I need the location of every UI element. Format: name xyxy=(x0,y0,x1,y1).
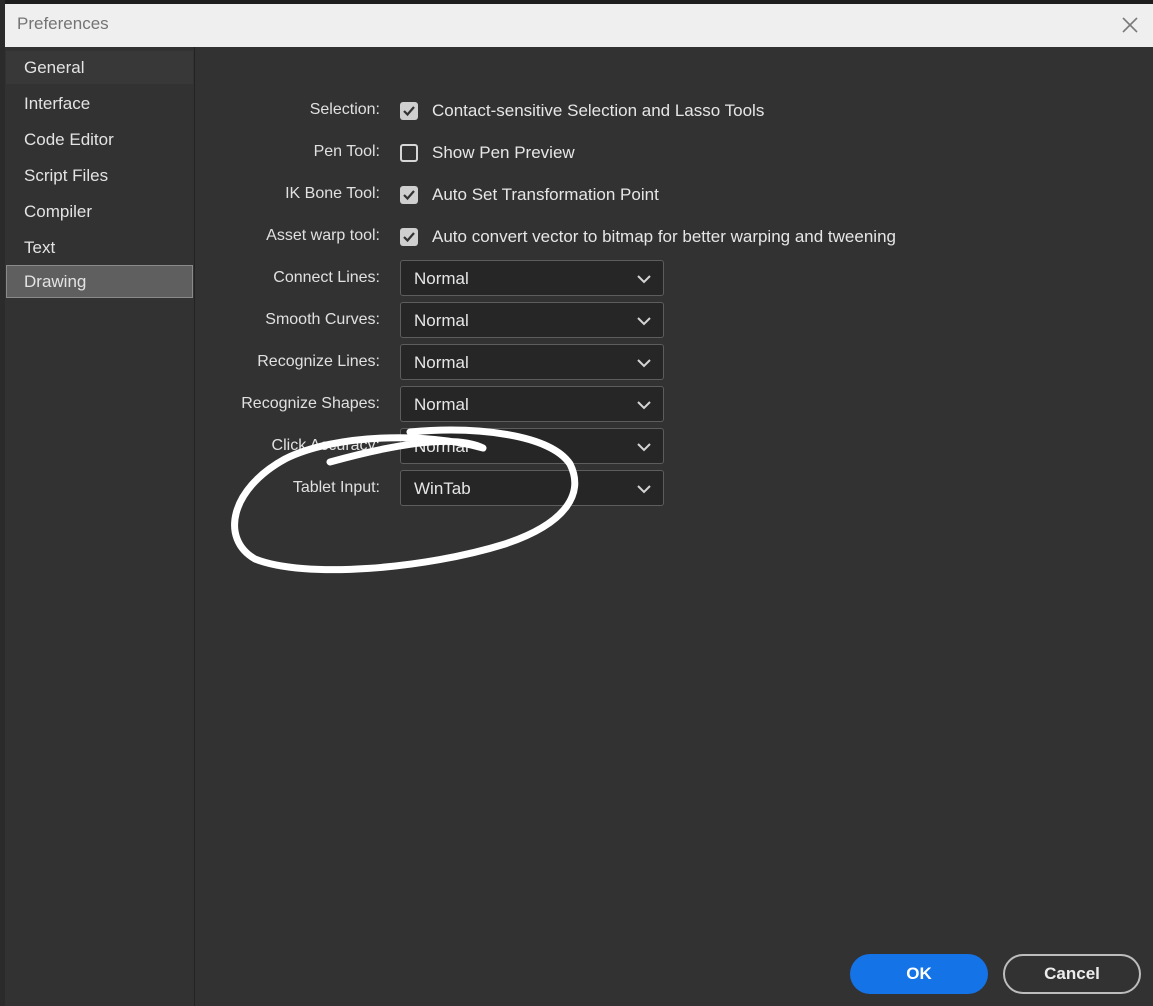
category-sidebar: General Interface Code Editor Script Fil… xyxy=(5,47,195,1006)
selection-label: Selection: xyxy=(309,101,380,118)
dialog-title: Preferences xyxy=(17,14,109,33)
chevron-down-icon xyxy=(637,443,651,452)
chevron-down-icon xyxy=(637,359,651,368)
selection-checkbox[interactable] xyxy=(400,102,418,120)
sidebar-item-general[interactable]: General xyxy=(6,51,193,84)
click-accuracy-select[interactable]: Normal xyxy=(400,428,664,464)
tablet-input-value: WinTab xyxy=(414,479,471,498)
ik-bone-tool-option-text: Auto Set Transformation Point xyxy=(432,185,659,204)
preferences-dialog: Preferences General Interface Code Edito… xyxy=(5,4,1153,1006)
recognize-lines-label: Recognize Lines: xyxy=(257,353,380,370)
sidebar-item-text[interactable]: Text xyxy=(6,231,193,264)
ok-button[interactable]: OK xyxy=(850,954,988,994)
click-accuracy-value: Normal xyxy=(414,437,469,456)
asset-warp-tool-label: Asset warp tool: xyxy=(266,227,380,244)
pen-tool-label: Pen Tool: xyxy=(313,143,380,160)
recognize-shapes-value: Normal xyxy=(414,395,469,414)
close-icon xyxy=(1122,17,1138,33)
recognize-lines-value: Normal xyxy=(414,353,469,372)
chevron-down-icon xyxy=(637,401,651,410)
sidebar-item-compiler[interactable]: Compiler xyxy=(6,195,193,228)
checkmark-icon xyxy=(403,232,415,243)
connect-lines-label: Connect Lines: xyxy=(273,269,380,286)
chevron-down-icon xyxy=(637,317,651,326)
close-button[interactable] xyxy=(1115,10,1145,40)
selection-option-text: Contact-sensitive Selection and Lasso To… xyxy=(432,101,765,120)
click-accuracy-label: Click Accuracy: xyxy=(271,437,380,454)
pen-tool-checkbox[interactable] xyxy=(400,144,418,162)
tablet-input-label: Tablet Input: xyxy=(292,479,380,496)
sidebar-item-script-files[interactable]: Script Files xyxy=(6,159,193,192)
ik-bone-tool-checkbox[interactable] xyxy=(400,186,418,204)
checkmark-icon xyxy=(403,106,415,117)
recognize-shapes-label: Recognize Shapes: xyxy=(241,395,380,412)
smooth-curves-value: Normal xyxy=(414,311,469,330)
connect-lines-select[interactable]: Normal xyxy=(400,260,664,296)
asset-warp-tool-option-text: Auto convert vector to bitmap for better… xyxy=(432,227,896,246)
checkmark-icon xyxy=(403,190,415,201)
smooth-curves-select[interactable]: Normal xyxy=(400,302,664,338)
pen-tool-option-text: Show Pen Preview xyxy=(432,143,575,162)
recognize-lines-select[interactable]: Normal xyxy=(400,344,664,380)
smooth-curves-label: Smooth Curves: xyxy=(265,311,380,328)
title-bar: Preferences xyxy=(5,4,1153,47)
sidebar-item-interface[interactable]: Interface xyxy=(6,87,193,120)
tablet-input-select[interactable]: WinTab xyxy=(400,470,664,506)
chevron-down-icon xyxy=(637,485,651,494)
sidebar-item-code-editor[interactable]: Code Editor xyxy=(6,123,193,156)
ik-bone-tool-label: IK Bone Tool: xyxy=(285,185,380,202)
connect-lines-value: Normal xyxy=(414,269,469,288)
recognize-shapes-select[interactable]: Normal xyxy=(400,386,664,422)
sidebar-item-drawing[interactable]: Drawing xyxy=(6,265,193,298)
cancel-button[interactable]: Cancel xyxy=(1003,954,1141,994)
asset-warp-tool-checkbox[interactable] xyxy=(400,228,418,246)
chevron-down-icon xyxy=(637,275,651,284)
